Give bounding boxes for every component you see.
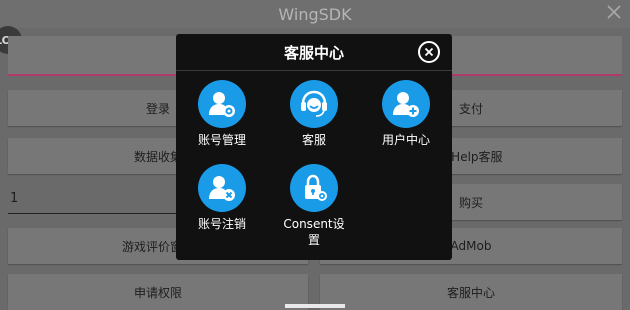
app-title: WingSDK [278,4,352,24]
customer-center-button[interactable]: 客服中心 [320,274,622,310]
user-add-icon [382,80,430,128]
home-indicator [285,304,345,308]
item-label: 用户中心 [381,133,430,147]
headset-support-icon [290,80,338,128]
account-deletion-item[interactable]: 账号注销 [176,154,268,232]
item-label: 账号注销 [197,217,246,231]
close-icon[interactable] [418,41,440,63]
account-delete-icon [198,164,246,212]
lock-settings-icon [290,164,338,212]
consent-settings-item[interactable]: Consent设置 [268,154,360,248]
close-icon[interactable] [606,4,622,20]
item-label: 账号管理 [197,133,246,147]
item-label: 客服 [301,133,326,147]
item-label: Consent设置 [283,217,345,247]
dialog-title: 客服中心 [283,43,344,62]
request-permission-button[interactable]: 申请权限 [8,274,308,310]
account-management-item[interactable]: 账号管理 [176,70,268,148]
customer-service-dialog: 客服中心 账号管理 客服 用户中心 账号注销 Consent设置 [176,34,452,260]
account-settings-icon [198,80,246,128]
user-center-item[interactable]: 用户中心 [360,70,452,148]
support-item[interactable]: 客服 [268,70,360,148]
app-titlebar: WingSDK [0,0,630,28]
